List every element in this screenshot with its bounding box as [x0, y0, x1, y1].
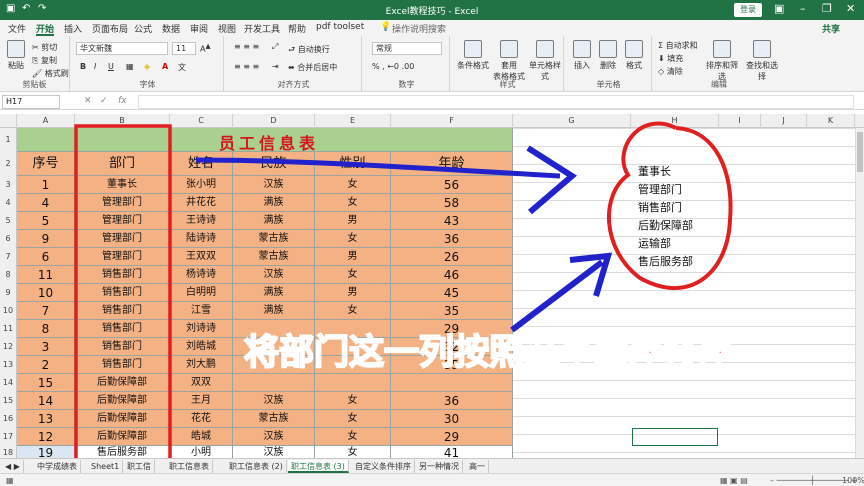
blue-arrow-bottom-head: [569, 252, 613, 297]
tab-sheet-active[interactable]: 职工信息表 (3): [288, 460, 349, 473]
status-bar: ▦ ▦ ▣ ▤ – ───────┼─────── + 100%: [0, 473, 864, 486]
blue-arrow-bottom: [510, 259, 604, 333]
excel-window: ▣ ↶ ↷ Excel教程技巧 - Excel 登录 ▣ – ❐ ✕ 文件 开始…: [0, 0, 864, 486]
blue-arrow-top-head: [526, 145, 578, 215]
tab-sheet[interactable]: Sheet1: [88, 460, 124, 473]
red-circle-annotation: [607, 121, 733, 291]
tab-sheet[interactable]: 高一: [466, 460, 489, 473]
annotation-layer: [74, 121, 733, 462]
department-column-highlight: [74, 124, 172, 462]
sheet-tabs: ◀ ▶ 中学成绩表 Sheet1 职工信 职工信息表 职工信息表 (2) 职工信…: [0, 458, 864, 473]
tab-sheet[interactable]: 职工信: [124, 460, 155, 473]
tab-nav-icon[interactable]: ◀ ▶: [2, 460, 24, 473]
tab-sheet[interactable]: 中学成绩表: [34, 460, 81, 473]
vertical-scrollbar[interactable]: [855, 128, 864, 458]
scroll-thumb[interactable]: [857, 132, 863, 172]
zoom-level[interactable]: 100%: [842, 476, 864, 485]
tab-sheet[interactable]: 职工信息表: [166, 460, 213, 473]
tab-sheet[interactable]: 另一种情况: [416, 460, 463, 473]
ready-icon: ▦: [6, 476, 14, 485]
view-normal-icon[interactable]: ▦ ▣ ▤: [720, 476, 748, 485]
blue-arrow-top: [195, 157, 561, 179]
tab-sheet[interactable]: 自定义条件排序: [352, 460, 415, 473]
overlay-caption: 将部门这一列按照这个顺序排序: [243, 332, 735, 374]
tab-sheet[interactable]: 职工信息表 (2): [226, 460, 287, 473]
